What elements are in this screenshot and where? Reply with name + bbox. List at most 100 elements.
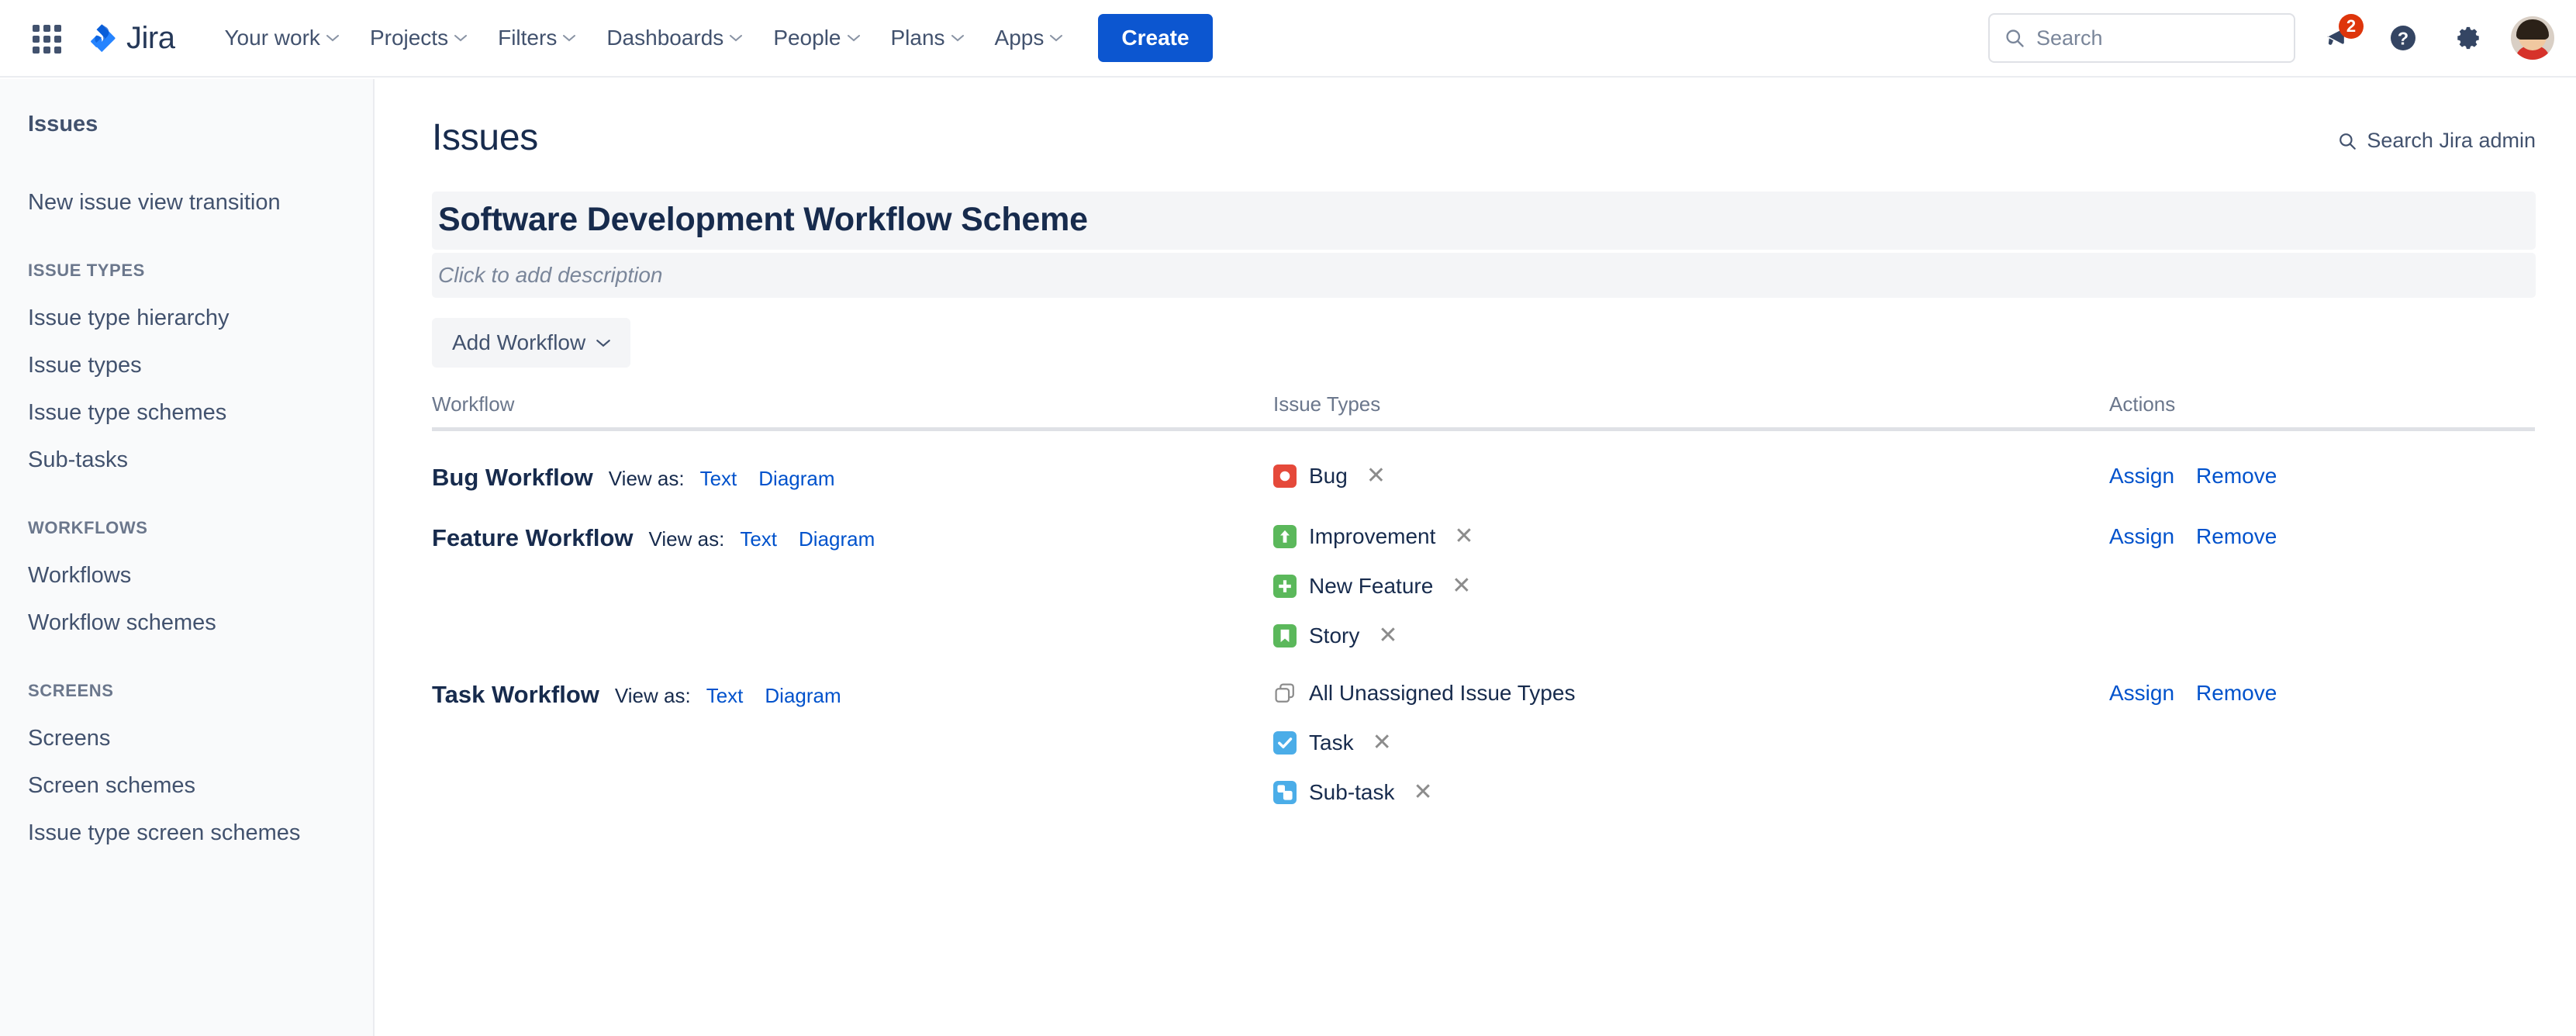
chevron-down-icon xyxy=(951,35,964,42)
page-title: Issues xyxy=(432,117,538,158)
app-switcher-icon[interactable] xyxy=(28,20,64,56)
view-as-text-link[interactable]: Text xyxy=(706,684,744,708)
nav-item-people[interactable]: People xyxy=(758,14,875,62)
assign-link[interactable]: Assign xyxy=(2109,524,2174,549)
top-navigation-bar: Jira Your work Projects Filters Dashboar… xyxy=(0,0,2576,78)
view-as-diagram-link[interactable]: Diagram xyxy=(799,527,875,551)
jira-logo-icon xyxy=(91,24,116,53)
actions-cell: Assign Remove xyxy=(2109,524,2535,648)
nav-item-projects[interactable]: Projects xyxy=(354,14,482,62)
grid-dot xyxy=(43,47,50,54)
subtask-icon xyxy=(1273,781,1297,804)
bug-icon xyxy=(1273,464,1297,488)
nav-label: Apps xyxy=(994,26,1045,50)
issue-type-item: Bug ✕ xyxy=(1273,464,2109,489)
sidebar-heading-screens: SCREENS xyxy=(28,681,114,700)
remove-link[interactable]: Remove xyxy=(2196,681,2277,706)
create-button[interactable]: Create xyxy=(1098,14,1213,62)
nav-item-plans[interactable]: Plans xyxy=(875,14,979,62)
story-bookmark-icon xyxy=(1273,624,1297,648)
sidebar-item-issue-types[interactable]: Issue types xyxy=(0,342,373,389)
nav-label: People xyxy=(773,26,841,50)
sidebar-heading-issue-types: ISSUE TYPES xyxy=(28,261,145,280)
nav-item-your-work[interactable]: Your work xyxy=(209,14,354,62)
remove-link[interactable]: Remove xyxy=(2196,524,2277,549)
scheme-name-editable[interactable]: Software Development Workflow Scheme xyxy=(432,192,2536,250)
sidebar-item-workflow-schemes[interactable]: Workflow schemes xyxy=(0,599,373,647)
grid-dot xyxy=(54,25,61,32)
sidebar-item-sub-tasks[interactable]: Sub-tasks xyxy=(0,437,373,484)
grid-dot xyxy=(33,47,40,54)
nav-item-filters[interactable]: Filters xyxy=(482,14,591,62)
issue-types-cell: Bug ✕ xyxy=(1273,464,2109,492)
main-header: Issues Search Jira admin xyxy=(432,116,2536,159)
user-avatar[interactable] xyxy=(2511,16,2554,60)
remove-issue-type-icon[interactable]: ✕ xyxy=(1366,464,1386,488)
nav-label: Plans xyxy=(890,26,945,50)
new-feature-plus-icon xyxy=(1273,575,1297,598)
chevron-down-icon xyxy=(847,35,860,42)
view-as-diagram-link[interactable]: Diagram xyxy=(758,467,834,491)
view-as-text-link[interactable]: Text xyxy=(700,467,737,491)
workflow-name: Task Workflow xyxy=(432,681,599,708)
brand-name: Jira xyxy=(126,20,175,55)
remove-issue-type-icon[interactable]: ✕ xyxy=(1454,525,1473,548)
table-row: Feature Workflow View as: Text Diagram I… xyxy=(432,492,2535,648)
workflow-name: Feature Workflow xyxy=(432,524,634,551)
search-icon xyxy=(2006,29,2024,47)
view-as-text-link[interactable]: Text xyxy=(740,527,777,551)
issue-type-item: New Feature ✕ xyxy=(1273,574,2109,599)
settings-button[interactable] xyxy=(2446,16,2491,60)
notifications-button[interactable]: 2 xyxy=(2315,14,2364,60)
table-row: Task Workflow View as: Text Diagram All … xyxy=(432,648,2535,805)
remove-link[interactable]: Remove xyxy=(2196,464,2277,489)
add-workflow-button[interactable]: Add Workflow xyxy=(432,318,631,368)
scheme-description-editable[interactable]: Click to add description xyxy=(432,253,2536,298)
chevron-down-icon xyxy=(730,35,743,42)
view-as-label: View as: xyxy=(648,527,725,551)
remove-issue-type-icon[interactable]: ✕ xyxy=(1452,575,1471,598)
workflow-name: Bug Workflow xyxy=(432,464,593,491)
jira-home-link[interactable]: Jira xyxy=(85,20,175,56)
grid-dot xyxy=(43,25,50,32)
sidebar-item-screens[interactable]: Screens xyxy=(0,715,373,762)
column-header-actions: Actions xyxy=(2109,392,2176,416)
actions-cell: Assign Remove xyxy=(2109,681,2535,805)
grid-dot xyxy=(33,36,40,43)
sidebar-item-issue-type-screen-schemes[interactable]: Issue type screen schemes xyxy=(0,810,373,857)
actions-cell: Assign Remove xyxy=(2109,464,2535,492)
sidebar-heading-workflows: WORKFLOWS xyxy=(28,518,148,537)
sidebar-item-issue-type-hierarchy[interactable]: Issue type hierarchy xyxy=(0,295,373,342)
nav-label: Dashboards xyxy=(606,26,724,50)
sidebar-item-issue-type-schemes[interactable]: Issue type schemes xyxy=(0,389,373,437)
remove-issue-type-icon[interactable]: ✕ xyxy=(1373,731,1392,755)
column-header-issue-types: Issue Types xyxy=(1273,392,1381,416)
search-jira-admin-link[interactable]: Search Jira admin xyxy=(2337,129,2536,153)
search-icon xyxy=(2339,133,2357,150)
global-search-input[interactable]: Search xyxy=(1988,13,2295,63)
view-as-diagram-link[interactable]: Diagram xyxy=(765,684,841,708)
nav-item-dashboards[interactable]: Dashboards xyxy=(591,14,758,62)
assign-link[interactable]: Assign xyxy=(2109,681,2174,706)
help-question-icon: ? xyxy=(2391,26,2415,50)
help-button[interactable]: ? xyxy=(2381,16,2426,60)
remove-issue-type-icon[interactable]: ✕ xyxy=(1414,781,1433,804)
grid-dot xyxy=(54,47,61,54)
grid-dot xyxy=(54,36,61,43)
issue-type-label: New Feature xyxy=(1309,574,1434,598)
remove-issue-type-icon[interactable]: ✕ xyxy=(1378,624,1397,648)
sidebar-item-screen-schemes[interactable]: Screen schemes xyxy=(0,762,373,810)
chevron-down-icon xyxy=(563,35,576,42)
nav-right-cluster: Search 2 ? xyxy=(1988,13,2554,63)
chevron-down-icon xyxy=(454,35,468,42)
workflow-cell: Feature Workflow View as: Text Diagram xyxy=(432,524,1273,648)
sidebar-item-new-issue-view-transition[interactable]: New issue view transition xyxy=(0,179,373,226)
issue-types-cell: All Unassigned Issue Types Task ✕ Sub-ta… xyxy=(1273,681,2109,805)
admin-search-label: Search Jira admin xyxy=(2367,129,2536,152)
nav-label: Filters xyxy=(498,26,558,50)
add-workflow-label: Add Workflow xyxy=(452,330,586,354)
sidebar-item-workflows[interactable]: Workflows xyxy=(0,552,373,599)
gear-settings-icon xyxy=(2457,26,2479,50)
nav-item-apps[interactable]: Apps xyxy=(979,14,1079,62)
assign-link[interactable]: Assign xyxy=(2109,464,2174,489)
